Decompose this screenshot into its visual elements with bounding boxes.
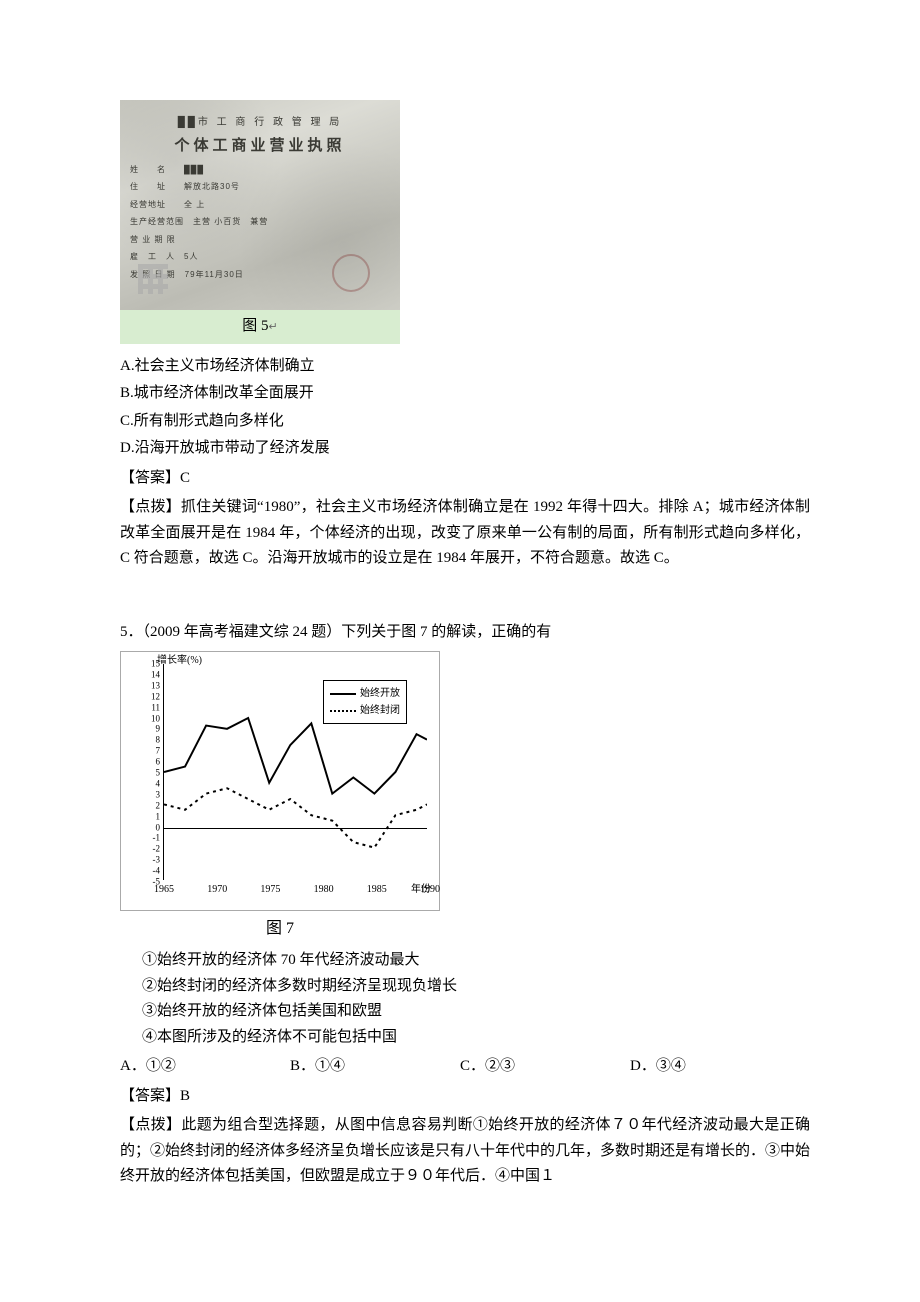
figure-5-image: ██市 工 商 行 政 管 理 局 个体工商业营业执照 姓 名 ███ 住 址 … bbox=[120, 100, 810, 344]
license-row: 营 业 期 限 bbox=[130, 233, 390, 247]
choice-a: A．①② bbox=[120, 1054, 290, 1080]
x-tick: 1985 bbox=[367, 881, 387, 898]
q4-answer: 【答案】C bbox=[120, 466, 810, 492]
license-row: 经营地址 全 上 bbox=[130, 198, 390, 212]
x-tick: 1975 bbox=[260, 881, 280, 898]
series-始终开放 bbox=[164, 718, 427, 794]
choice-c: C．②③ bbox=[460, 1054, 630, 1080]
series-始终封闭 bbox=[164, 788, 427, 847]
license-header-2: 个体工商业营业执照 bbox=[130, 133, 390, 159]
x-tick: 1965 bbox=[154, 881, 174, 898]
option-b: B.城市经济体制改革全面展开 bbox=[120, 381, 810, 407]
pattern-square bbox=[138, 264, 168, 294]
statement-4: ④本图所涉及的经济体不可能包括中国 bbox=[142, 1025, 810, 1051]
figure-5-caption: 图 5↵ bbox=[120, 310, 400, 344]
x-tick: 1980 bbox=[314, 881, 334, 898]
q5-statements: ①始终开放的经济体 70 年代经济波动最大 ②始终封闭的经济体多数时期经济呈现现… bbox=[142, 948, 810, 1050]
license-header-1: ██市 工 商 行 政 管 理 局 bbox=[130, 114, 390, 131]
license-row: 姓 名 ███ bbox=[130, 163, 390, 177]
return-symbol: ↵ bbox=[269, 321, 278, 333]
option-a: A.社会主义市场经济体制确立 bbox=[120, 354, 810, 380]
q5-stem: 5．（2009 年高考福建文综 24 题）下列关于图 7 的解读，正确的有 bbox=[120, 620, 810, 646]
y-tick: 15 bbox=[138, 656, 160, 671]
q5-answer: 【答案】B bbox=[120, 1084, 810, 1110]
license-row: 住 址 解放北路30号 bbox=[130, 180, 390, 194]
zero-line bbox=[164, 828, 427, 829]
q5-explanation: 【点拨】此题为组合型选择题，从图中信息容易判断①始终开放的经济体７０年代经济波动… bbox=[120, 1113, 810, 1190]
figure-7-chart: 增长率(%) 始终开放 始终封闭 年份 -5-4-3-2-10123456789… bbox=[120, 651, 810, 942]
figure-7-caption: 图 7 bbox=[120, 915, 440, 942]
q4-explanation: 【点拨】抓住关键词“1980”，社会主义市场经济体制确立是在 1992 年得十四… bbox=[120, 495, 810, 572]
option-c: C.所有制形式趋向多样化 bbox=[120, 409, 810, 435]
q5-choices: A．①② B．①④ C．②③ D．③④ bbox=[120, 1054, 810, 1080]
q4-options: A.社会主义市场经济体制确立 B.城市经济体制改革全面展开 C.所有制形式趋向多… bbox=[120, 354, 810, 462]
x-tick: 1990 bbox=[420, 881, 440, 898]
statement-1: ①始终开放的经济体 70 年代经济波动最大 bbox=[142, 948, 810, 974]
stamp-icon bbox=[332, 254, 370, 292]
business-license-photo: ██市 工 商 行 政 管 理 局 个体工商业营业执照 姓 名 ███ 住 址 … bbox=[120, 100, 400, 310]
option-d: D.沿海开放城市带动了经济发展 bbox=[120, 436, 810, 462]
chart-lines bbox=[164, 664, 427, 880]
choice-d: D．③④ bbox=[630, 1054, 686, 1080]
license-row: 生产经营范围 主营 小百货 兼营 bbox=[130, 215, 390, 229]
statement-2: ②始终封闭的经济体多数时期经济呈现现负增长 bbox=[142, 974, 810, 1000]
growth-rate-chart: 增长率(%) 始终开放 始终封闭 年份 -5-4-3-2-10123456789… bbox=[120, 651, 440, 911]
caption-text: 图 5 bbox=[242, 318, 268, 334]
x-tick: 1970 bbox=[207, 881, 227, 898]
statement-3: ③始终开放的经济体包括美国和欧盟 bbox=[142, 999, 810, 1025]
choice-b: B．①④ bbox=[290, 1054, 460, 1080]
